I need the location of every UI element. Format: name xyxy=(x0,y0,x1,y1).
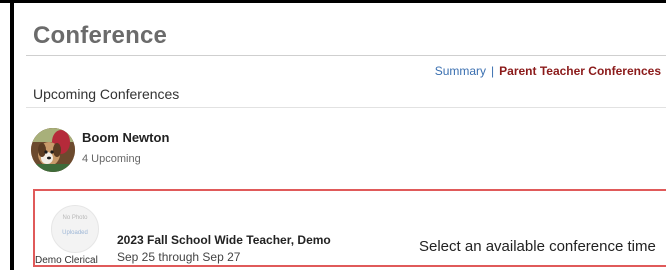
no-photo-label: No Photo xyxy=(62,215,88,221)
upcoming-count: 4 Upcoming xyxy=(82,153,141,165)
conference-tabs: Summary | Parent Teacher Conferences xyxy=(435,64,661,78)
conference-dates: Sep 25 through Sep 27 xyxy=(117,250,241,264)
tab-separator: | xyxy=(491,64,495,78)
tab-parent-teacher-conferences[interactable]: Parent Teacher Conferences xyxy=(499,64,661,78)
teacher-photo-placeholder: No Photo Uploaded xyxy=(51,205,99,253)
tab-summary[interactable]: Summary xyxy=(435,64,486,78)
window-top-border xyxy=(0,0,666,3)
window-left-border xyxy=(10,0,14,270)
student-photo-icon xyxy=(31,128,75,172)
student-name[interactable]: Boom Newton xyxy=(82,130,169,145)
select-conference-time-link[interactable]: Select an available conference time xyxy=(419,238,656,255)
title-divider xyxy=(26,55,666,56)
section-divider xyxy=(26,107,666,108)
student-avatar xyxy=(31,128,75,172)
teacher-caption: Demo Clerical xyxy=(35,255,98,266)
student-card[interactable]: Boom Newton 4 Upcoming xyxy=(30,125,330,185)
conference-title: 2023 Fall School Wide Teacher, Demo xyxy=(117,233,331,247)
no-photo-sub: Uploaded xyxy=(62,230,88,236)
section-heading: Upcoming Conferences xyxy=(33,86,180,102)
page-title: Conference xyxy=(33,22,168,49)
